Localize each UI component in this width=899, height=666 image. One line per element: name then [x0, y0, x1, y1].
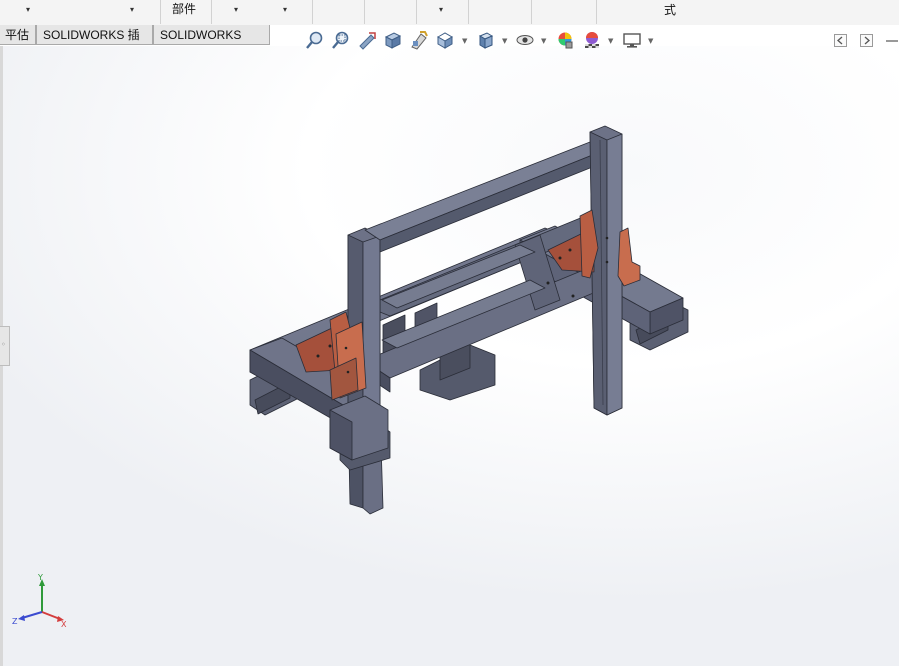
- triad-y-label: Y: [37, 573, 43, 582]
- triad-z-axis: [21, 611, 43, 619]
- triad-z-label: Z: [12, 617, 18, 626]
- triad-x-label: X: [61, 620, 67, 629]
- assembly-model[interactable]: [0, 0, 899, 666]
- triad-x-axis: [41, 611, 61, 620]
- reference-triad: Y X Z: [12, 573, 67, 629]
